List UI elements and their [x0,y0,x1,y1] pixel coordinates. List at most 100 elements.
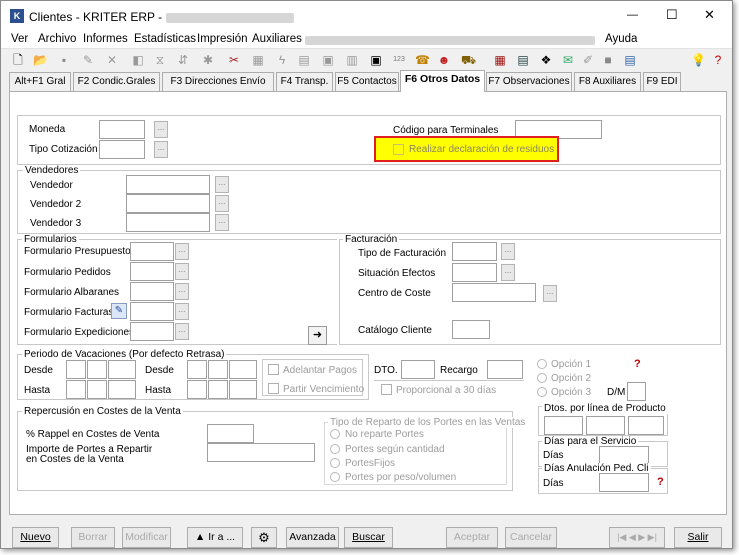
declaracion-residuos-checkbox[interactable] [393,144,404,155]
server-icon[interactable]: ▤ [623,53,637,67]
catalogo-cliente-input[interactable] [452,320,490,339]
borrar-button[interactable]: Borrar [71,527,115,548]
lightbulb-icon[interactable]: 💡 [691,53,706,67]
situacion-efectos-input[interactable] [452,263,497,282]
form-presupuestos-lookup-button[interactable]: ... [175,243,189,260]
table-icon[interactable]: ▤ [516,53,530,67]
tab-edi[interactable]: F9 EDI [643,72,681,91]
vendedor-lookup-button[interactable]: ... [215,176,229,193]
close-button[interactable]: ✕ [704,7,715,23]
vac2-hasta-month[interactable] [208,380,228,399]
avanzada-button[interactable]: Avanzada [286,527,339,548]
form-facturas-input[interactable] [130,302,174,321]
portes-peso-radio[interactable] [330,472,340,482]
form-presupuestos-input[interactable] [130,242,174,261]
tab-contactos[interactable]: F5 Contactos [335,72,399,91]
toolbar-icon-9[interactable]: ✱ [201,53,215,67]
anulacion-help-icon[interactable]: ? [657,476,664,488]
buscar-button[interactable]: Buscar [344,527,393,548]
portes-fijos-radio[interactable] [330,458,340,468]
menu-ver[interactable]: Ver [11,33,28,45]
pencil-icon[interactable]: ✐ [581,53,595,67]
proporcional-checkbox[interactable] [381,384,392,395]
minimize-button[interactable]: — [627,9,638,21]
dto-input[interactable] [401,360,435,379]
moneda-lookup-button[interactable]: ... [154,121,168,138]
no-reparte-portes-radio[interactable] [330,429,340,439]
window-icon[interactable]: ▣ [369,53,383,67]
vac1-hasta-day[interactable] [66,380,86,399]
form-facturas-edit-icon[interactable]: ✎ [111,303,127,319]
dto-linea-2-input[interactable] [586,416,625,435]
edit-icon[interactable]: ✎ [81,53,95,67]
tipo-cotizacion-input[interactable] [99,140,145,159]
dm-input[interactable] [627,382,646,401]
record-navigation[interactable]: |◀ ◀ ▶ ▶| [609,527,665,548]
aceptar-button[interactable]: Aceptar [446,527,498,548]
tipo-facturacion-lookup-button[interactable]: ... [501,243,515,260]
form-expediciones-lookup-button[interactable]: ... [175,323,189,340]
portes-cantidad-radio[interactable] [330,444,340,454]
new-doc-icon[interactable]: 🗋 [11,53,25,67]
menu-archivo[interactable]: Archivo [38,33,76,45]
vac2-desde-month[interactable] [208,360,228,379]
menu-auxiliares[interactable]: Auxiliares [252,33,302,45]
opciones-help-icon[interactable]: ? [634,358,641,370]
open-folder-icon[interactable]: 📂 [33,53,48,67]
cancelar-button[interactable]: Cancelar [505,527,557,548]
vac1-hasta-month[interactable] [87,380,107,399]
save-icon[interactable]: ▪ [57,53,71,67]
sort-icon[interactable]: ⇵ [176,53,190,67]
vac2-hasta-day[interactable] [187,380,207,399]
counter-icon[interactable]: 123 [392,53,406,67]
car-icon[interactable]: ⛟ [461,53,476,67]
form-facturas-lookup-button[interactable]: ... [175,303,189,320]
menu-informes[interactable]: Informes [83,33,128,45]
maximize-button[interactable]: ☐ [666,7,678,23]
dto-linea-3-input[interactable] [628,416,664,435]
tab-general[interactable]: Alt+F1 Gral [9,72,71,91]
salir-button[interactable]: Salir [674,527,722,548]
print-icon[interactable]: ▣ [321,53,335,67]
filter-icon[interactable]: ⧖ [153,53,167,67]
form-albaranes-input[interactable] [130,282,174,301]
toolbar-icon-6[interactable]: ◧ [131,53,145,67]
situacion-efectos-lookup-button[interactable]: ... [501,264,515,281]
menu-estadisticas[interactable]: Estadísticas [134,33,196,45]
calc-icon[interactable]: ▥ [345,53,359,67]
nuevo-button[interactable]: Nuevo [12,527,59,548]
centro-coste-input[interactable] [452,283,536,302]
tag-icon[interactable]: ❖ [539,53,553,67]
recargo-input[interactable] [487,360,523,379]
vendedor2-lookup-button[interactable]: ... [215,195,229,212]
modificar-button[interactable]: Modificar [122,527,171,548]
opcion2-radio[interactable] [537,373,547,383]
tab-condic-grales[interactable]: F2 Condic.Grales [73,72,160,91]
vac2-desde-year[interactable] [229,360,257,379]
menu-ayuda[interactable]: Ayuda [605,33,637,45]
arrow-right-button[interactable]: ➜ [308,326,327,345]
phone-icon[interactable]: ☎ [415,53,430,67]
tab-transp[interactable]: F4 Transp. [276,72,333,91]
vendedor3-lookup-button[interactable]: ... [215,214,229,231]
cash-button[interactable]: ⚙ [251,527,277,548]
note-icon[interactable]: ✉ [561,53,575,67]
form-pedidos-input[interactable] [130,262,174,281]
grid-icon[interactable]: ▦ [251,53,265,67]
rappel-input[interactable] [207,424,254,443]
tipo-facturacion-input[interactable] [452,242,497,261]
form-expediciones-input[interactable] [130,322,174,341]
adelantar-pagos-checkbox[interactable] [268,364,279,375]
tools-icon[interactable]: ✂ [227,53,241,67]
centro-coste-lookup-button[interactable]: ... [543,285,557,302]
tipo-cotizacion-lookup-button[interactable]: ... [154,141,168,158]
vac2-desde-day[interactable] [187,360,207,379]
vac1-desde-year[interactable] [108,360,136,379]
people-icon[interactable]: ☻ [437,53,451,67]
tab-observaciones[interactable]: F7 Observaciones [486,72,572,91]
vendedor2-input[interactable] [126,194,210,213]
moneda-input[interactable] [99,120,145,139]
delete-icon[interactable]: ✕ [105,53,119,67]
vendedor3-input[interactable] [126,213,210,232]
tab-direcciones-envio[interactable]: F3 Direcciones Envío [162,72,274,91]
